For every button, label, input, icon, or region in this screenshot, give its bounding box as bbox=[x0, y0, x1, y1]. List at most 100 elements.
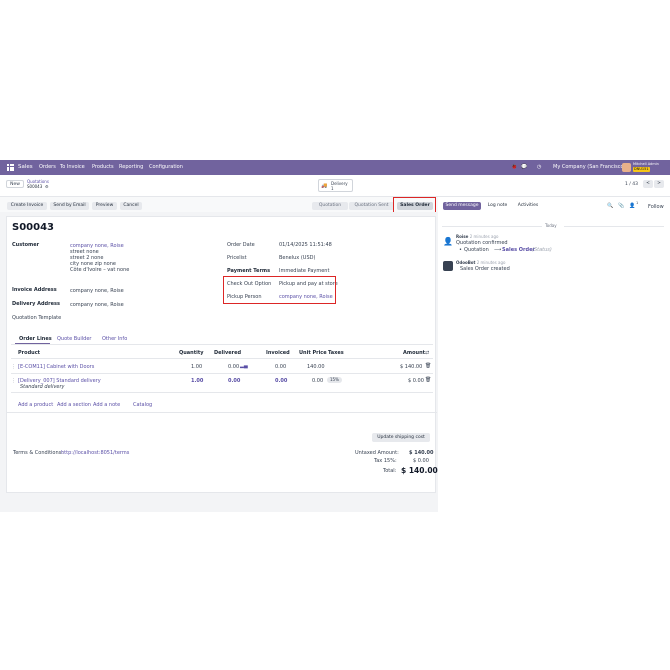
order-date-value[interactable]: 01/14/2025 11:51:48 bbox=[279, 242, 332, 248]
payment-terms-value[interactable]: Immediate Payment bbox=[279, 268, 329, 274]
delivery-count: 1 bbox=[331, 186, 334, 191]
control-panel: New Quotations S00043 ⚙ 🚚 Delivery 1 1 /… bbox=[0, 175, 670, 197]
menu-orders[interactable]: Orders bbox=[39, 164, 56, 170]
drag-handle-icon[interactable]: ⋮ bbox=[11, 364, 16, 370]
send-by-email-button[interactable]: Send by Email bbox=[50, 202, 89, 210]
avatar[interactable] bbox=[622, 163, 631, 172]
followers-count: 1 bbox=[636, 201, 639, 205]
pager-next-button[interactable]: > bbox=[654, 180, 664, 188]
trash-icon[interactable]: 🗑 bbox=[425, 363, 431, 369]
untaxed-label: Untaxed Amount: bbox=[355, 450, 399, 456]
row1-delivered[interactable]: 0.00 bbox=[228, 364, 239, 370]
total-label: Total: bbox=[383, 468, 397, 474]
col-taxes: Taxes bbox=[328, 350, 344, 356]
update-shipping-button[interactable]: Update shipping cost bbox=[372, 433, 430, 442]
bug-icon[interactable]: 🐞 bbox=[511, 164, 517, 170]
msg1-time: - 2 minutes ago bbox=[467, 234, 499, 239]
column-settings-icon[interactable]: ⇄ bbox=[425, 350, 429, 356]
attachment-icon[interactable]: 📎 bbox=[618, 203, 624, 209]
col-unit-price: Unit Price bbox=[299, 350, 327, 356]
bullet: • bbox=[459, 247, 462, 253]
row2-price[interactable]: 0.00 bbox=[312, 378, 323, 384]
user-avatar-icon: 👤 bbox=[443, 237, 453, 246]
highlight-checkout-fields bbox=[223, 276, 336, 304]
send-message-button[interactable]: Send message bbox=[443, 202, 481, 210]
menu-reporting[interactable]: Reporting bbox=[119, 164, 143, 170]
gear-icon[interactable]: ⚙ bbox=[45, 184, 49, 189]
status-quotation-sent[interactable]: Quotation Sent bbox=[349, 202, 394, 210]
tab-quote-builder[interactable]: Quote Builder bbox=[57, 336, 91, 342]
col-product: Product bbox=[18, 350, 41, 356]
pricelist-value[interactable]: Benelux (USD) bbox=[279, 255, 315, 261]
new-button[interactable]: New bbox=[6, 180, 24, 188]
arrow-icon: ⟶ bbox=[494, 247, 502, 253]
row-divider bbox=[11, 392, 433, 393]
order-date-label: Order Date bbox=[227, 242, 255, 248]
pager: 1 / 43 bbox=[625, 182, 638, 187]
tabs-divider bbox=[11, 344, 433, 345]
delivery-address-value[interactable]: company none, Roise bbox=[70, 302, 124, 308]
activity-icon[interactable]: ◷ bbox=[537, 164, 541, 170]
tax-label: Tax 15%: bbox=[374, 458, 397, 464]
row2-qty[interactable]: 1.00 bbox=[191, 378, 203, 384]
row1-price[interactable]: 140.00 bbox=[307, 364, 325, 370]
status-quotation[interactable]: Quotation bbox=[312, 202, 348, 210]
create-invoice-button[interactable]: Create Invoice bbox=[7, 202, 47, 210]
msg2-time: - 2 minutes ago bbox=[474, 260, 506, 265]
header-divider bbox=[11, 358, 433, 359]
row2-description: Standard delivery bbox=[20, 384, 65, 390]
menu-configuration[interactable]: Configuration bbox=[149, 164, 183, 170]
menu-to-invoice[interactable]: To Invoice bbox=[60, 164, 85, 170]
activities-button[interactable]: Activities bbox=[514, 202, 542, 210]
form-sheet: S00043 Customer company none, Roise stre… bbox=[6, 216, 438, 493]
col-amount: Amount bbox=[403, 350, 426, 356]
add-note-link[interactable]: Add a note bbox=[93, 402, 120, 408]
divider-left bbox=[442, 226, 542, 227]
row1-invoiced[interactable]: 0.00 bbox=[275, 364, 286, 370]
divider-right bbox=[564, 226, 664, 227]
quotation-template-label: Quotation Template bbox=[12, 315, 62, 321]
row2-delivered[interactable]: 0.00 bbox=[228, 378, 240, 384]
menu-products[interactable]: Products bbox=[92, 164, 114, 170]
row1-product[interactable]: [E-COM11] Cabinet with Doors bbox=[18, 364, 94, 370]
preview-button[interactable]: Preview bbox=[92, 202, 117, 210]
breadcrumb-current: S00043 bbox=[27, 184, 43, 189]
tax-tag[interactable]: 15% bbox=[327, 377, 342, 383]
cancel-button[interactable]: Cancel bbox=[120, 202, 142, 210]
msg1-text: Quotation confirmed bbox=[456, 240, 508, 246]
user-name[interactable]: Mitchell Admin bbox=[633, 162, 659, 166]
row1-qty[interactable]: 1.00 bbox=[191, 364, 202, 370]
delivery-smart-button[interactable]: 🚚 Delivery 1 bbox=[318, 179, 353, 192]
terms-label: Terms & Conditions: bbox=[13, 450, 63, 456]
tax-value: $ 0.00 bbox=[413, 458, 429, 464]
top-navbar: Sales Orders To Invoice Products Reporti… bbox=[0, 160, 670, 175]
delivery-address-label: Delivery Address bbox=[12, 301, 60, 307]
total-value: $ 140.00 bbox=[401, 466, 438, 475]
company-switcher[interactable]: My Company (San Francisco) bbox=[553, 164, 626, 170]
follow-button[interactable]: Follow bbox=[648, 204, 664, 210]
pager-prev-button[interactable]: < bbox=[643, 180, 653, 188]
app-name[interactable]: Sales bbox=[18, 164, 33, 170]
add-product-link[interactable]: Add a product bbox=[18, 402, 53, 408]
row2-invoiced[interactable]: 0.00 bbox=[275, 378, 287, 384]
row2-amount: $ 0.00 bbox=[408, 378, 424, 384]
apps-menu-icon[interactable] bbox=[7, 164, 14, 171]
followers-icon[interactable]: 👤 bbox=[629, 203, 635, 209]
forecast-chart-icon[interactable]: ▂▄ bbox=[240, 363, 248, 369]
customer-label: Customer bbox=[12, 242, 40, 248]
row1-amount: $ 140.00 bbox=[400, 364, 423, 370]
log-note-button[interactable]: Log note bbox=[485, 202, 510, 210]
msg1-field: (Status) bbox=[532, 247, 552, 253]
drag-handle-icon[interactable]: ⋮ bbox=[11, 378, 16, 384]
catalog-link[interactable]: Catalog bbox=[133, 402, 152, 408]
invoice-address-value[interactable]: company none, Roise bbox=[70, 288, 124, 294]
search-icon[interactable]: 🔍 bbox=[607, 203, 613, 209]
col-quantity: Quantity bbox=[179, 350, 204, 356]
terms-link[interactable]: http://localhost:8051/terms bbox=[61, 450, 129, 456]
tab-other-info[interactable]: Other Info bbox=[102, 336, 127, 342]
col-invoiced: Invoiced bbox=[266, 350, 290, 356]
trash-icon[interactable]: 🗑 bbox=[425, 377, 431, 383]
chat-icon[interactable]: 💬 bbox=[521, 164, 527, 170]
add-section-link[interactable]: Add a section bbox=[57, 402, 91, 408]
tab-order-lines[interactable]: Order Lines bbox=[19, 336, 52, 342]
